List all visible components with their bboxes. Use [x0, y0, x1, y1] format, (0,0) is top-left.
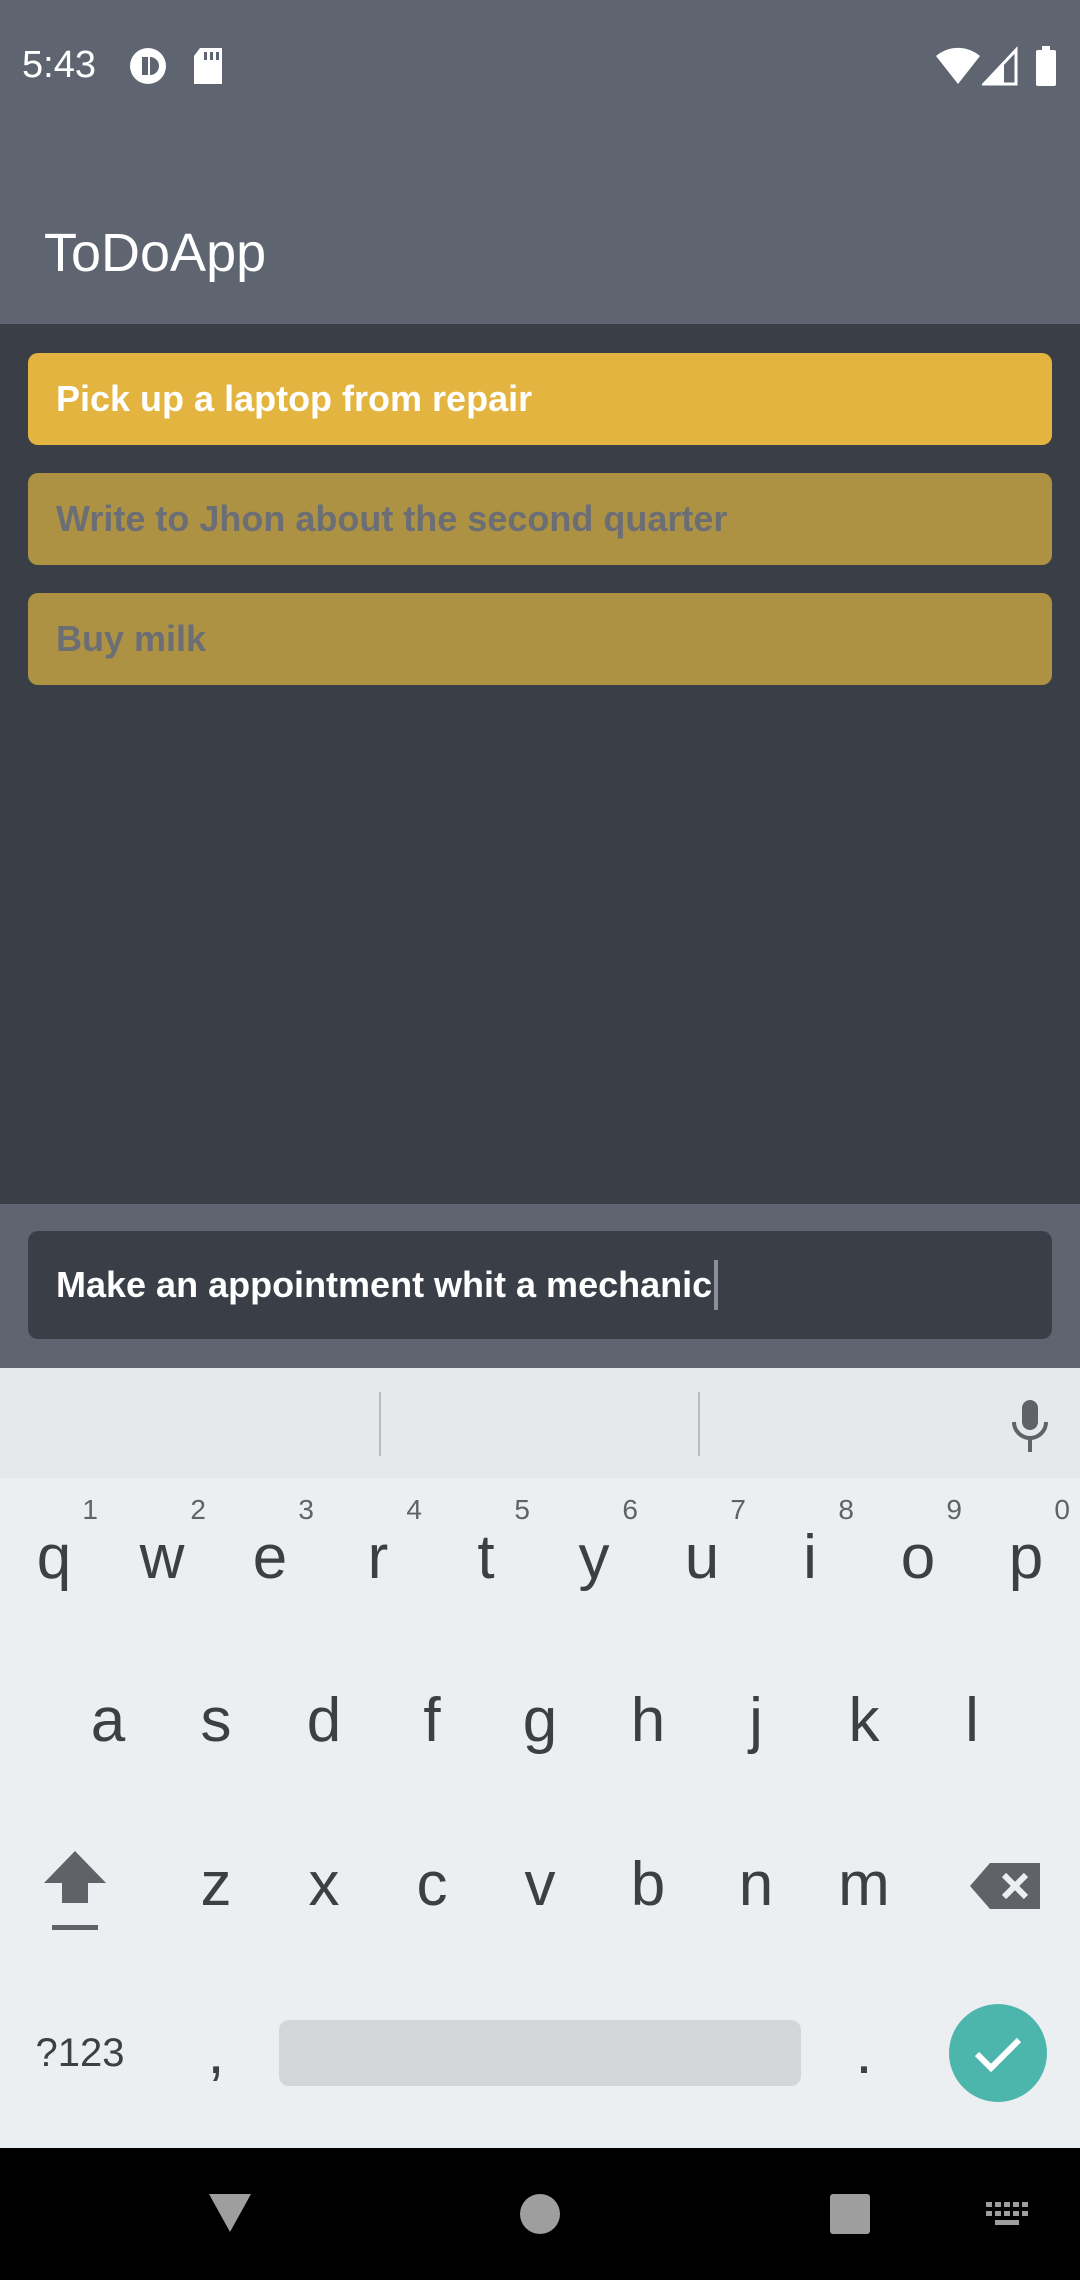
- status-bar: 5:43: [0, 0, 1080, 130]
- key-h[interactable]: h: [594, 1641, 702, 1801]
- key-label: t: [477, 1523, 495, 1592]
- key-f[interactable]: f: [378, 1641, 486, 1801]
- key-label: y: [578, 1523, 610, 1592]
- backspace-key[interactable]: [950, 1805, 1060, 1965]
- key-hint: 0: [1054, 1494, 1070, 1525]
- todo-item[interactable]: Pick up a laptop from repair: [28, 353, 1052, 445]
- navigation-bar: [0, 2148, 1080, 2280]
- shift-key[interactable]: [20, 1805, 130, 1965]
- period-key[interactable]: .: [810, 1973, 918, 2133]
- key-label: o: [900, 1523, 936, 1592]
- key-n[interactable]: n: [702, 1805, 810, 1965]
- done-key[interactable]: [949, 2004, 1047, 2102]
- key-hint: 5: [514, 1494, 530, 1525]
- recents-icon[interactable]: [828, 2192, 872, 2236]
- key-x[interactable]: x: [270, 1805, 378, 1965]
- key-label: u: [684, 1523, 720, 1592]
- key-hint: 2: [190, 1494, 206, 1525]
- new-todo-input[interactable]: Make an appointment whit a mechanic: [28, 1231, 1052, 1339]
- key-hint: 8: [838, 1494, 854, 1525]
- key-q[interactable]: q1: [0, 1478, 108, 1638]
- key-t[interactable]: t5: [432, 1478, 540, 1638]
- key-z[interactable]: z: [162, 1805, 270, 1965]
- key-label: q: [36, 1523, 72, 1592]
- app-notification-icon: [130, 48, 166, 84]
- comma-key[interactable]: ,: [162, 1973, 270, 2133]
- sd-card-icon: [194, 48, 222, 84]
- key-k[interactable]: k: [810, 1641, 918, 1801]
- home-icon[interactable]: [518, 2192, 562, 2236]
- key-e[interactable]: e3: [216, 1478, 324, 1638]
- key-label: i: [803, 1523, 817, 1592]
- keyboard-switch-icon[interactable]: [986, 2202, 1030, 2228]
- key-hint: 7: [730, 1494, 746, 1525]
- signal-icon: [982, 46, 1018, 86]
- checkmark-icon: [974, 2037, 1022, 2073]
- app-bar: ToDoApp: [0, 130, 1080, 324]
- text-cursor: [714, 1260, 719, 1310]
- battery-icon: [1036, 46, 1056, 86]
- key-d[interactable]: d: [270, 1641, 378, 1801]
- key-label: w: [139, 1523, 185, 1592]
- todo-item[interactable]: Buy milk: [28, 593, 1052, 685]
- microphone-icon[interactable]: [1008, 1398, 1052, 1454]
- key-u[interactable]: u7: [648, 1478, 756, 1638]
- key-o[interactable]: o9: [864, 1478, 972, 1638]
- key-i[interactable]: i8: [756, 1478, 864, 1638]
- key-r[interactable]: r4: [324, 1478, 432, 1638]
- key-c[interactable]: c: [378, 1805, 486, 1965]
- key-v[interactable]: v: [486, 1805, 594, 1965]
- key-b[interactable]: b: [594, 1805, 702, 1965]
- suggestion-divider: [379, 1392, 381, 1456]
- key-y[interactable]: y6: [540, 1478, 648, 1638]
- app-title: ToDoApp: [44, 223, 267, 283]
- key-hint: 1: [82, 1494, 98, 1525]
- key-m[interactable]: m: [810, 1805, 918, 1965]
- backspace-icon: [970, 1863, 1040, 1909]
- key-hint: 3: [298, 1494, 314, 1525]
- wifi-icon: [936, 47, 980, 84]
- suggestion-strip: [0, 1368, 1080, 1478]
- key-hint: 6: [622, 1494, 638, 1525]
- space-bar[interactable]: [279, 2020, 801, 2086]
- status-time: 5:43: [22, 44, 96, 86]
- key-w[interactable]: w2: [108, 1478, 216, 1638]
- key-l[interactable]: l: [918, 1641, 1026, 1801]
- shift-icon: [44, 1851, 106, 1930]
- new-todo-area: Make an appointment whit a mechanic: [0, 1204, 1080, 1368]
- key-p[interactable]: p0: [972, 1478, 1080, 1638]
- keyboard: q1 w2 e3 r4 t5 y6 u7 i8 o9 p0 a s d f g …: [0, 1478, 1080, 2148]
- key-g[interactable]: g: [486, 1641, 594, 1801]
- new-todo-input-value: Make an appointment whit a mechanic: [56, 1264, 713, 1305]
- key-label: e: [252, 1523, 288, 1592]
- todo-item[interactable]: Write to Jhon about the second quarter: [28, 473, 1052, 565]
- key-hint: 4: [406, 1494, 422, 1525]
- key-j[interactable]: j: [702, 1641, 810, 1801]
- key-hint: 9: [946, 1494, 962, 1525]
- key-a[interactable]: a: [54, 1641, 162, 1801]
- key-label: p: [1008, 1523, 1044, 1592]
- key-s[interactable]: s: [162, 1641, 270, 1801]
- symbols-key[interactable]: ?123: [20, 1973, 140, 2133]
- back-icon[interactable]: [205, 2188, 255, 2238]
- todo-list: Pick up a laptop from repair Write to Jh…: [28, 353, 1052, 713]
- key-label: r: [367, 1523, 389, 1592]
- suggestion-divider: [698, 1392, 700, 1456]
